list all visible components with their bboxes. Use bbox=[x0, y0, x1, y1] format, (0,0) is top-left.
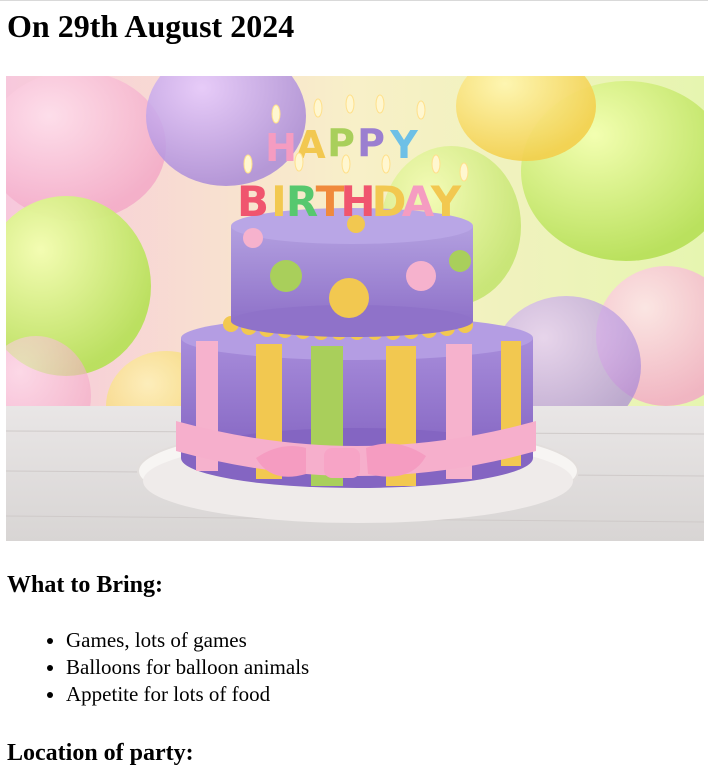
svg-text:P: P bbox=[327, 121, 355, 165]
list-item: Games, lots of games bbox=[66, 627, 309, 654]
svg-text:Y: Y bbox=[389, 123, 418, 167]
svg-text:B: B bbox=[237, 177, 269, 226]
svg-text:A: A bbox=[402, 177, 435, 226]
svg-text:H: H bbox=[265, 126, 297, 170]
svg-text:P: P bbox=[357, 121, 385, 165]
bring-list: Games, lots of games Balloons for balloo… bbox=[26, 627, 309, 708]
svg-text:Y: Y bbox=[430, 177, 462, 226]
list-item: Balloons for balloon animals bbox=[66, 654, 309, 681]
top-divider bbox=[0, 0, 708, 1]
svg-text:H: H bbox=[340, 177, 375, 226]
location-heading: Location of party: bbox=[7, 740, 194, 766]
birthday-cake-image: H A P P Y B I R T H D A Y bbox=[6, 76, 704, 541]
page-title: On 29th August 2024 bbox=[7, 8, 295, 44]
list-item: Appetite for lots of food bbox=[66, 681, 309, 708]
svg-text:R: R bbox=[286, 177, 318, 226]
what-to-bring-heading: What to Bring: bbox=[7, 572, 163, 598]
svg-text:I: I bbox=[271, 177, 287, 226]
